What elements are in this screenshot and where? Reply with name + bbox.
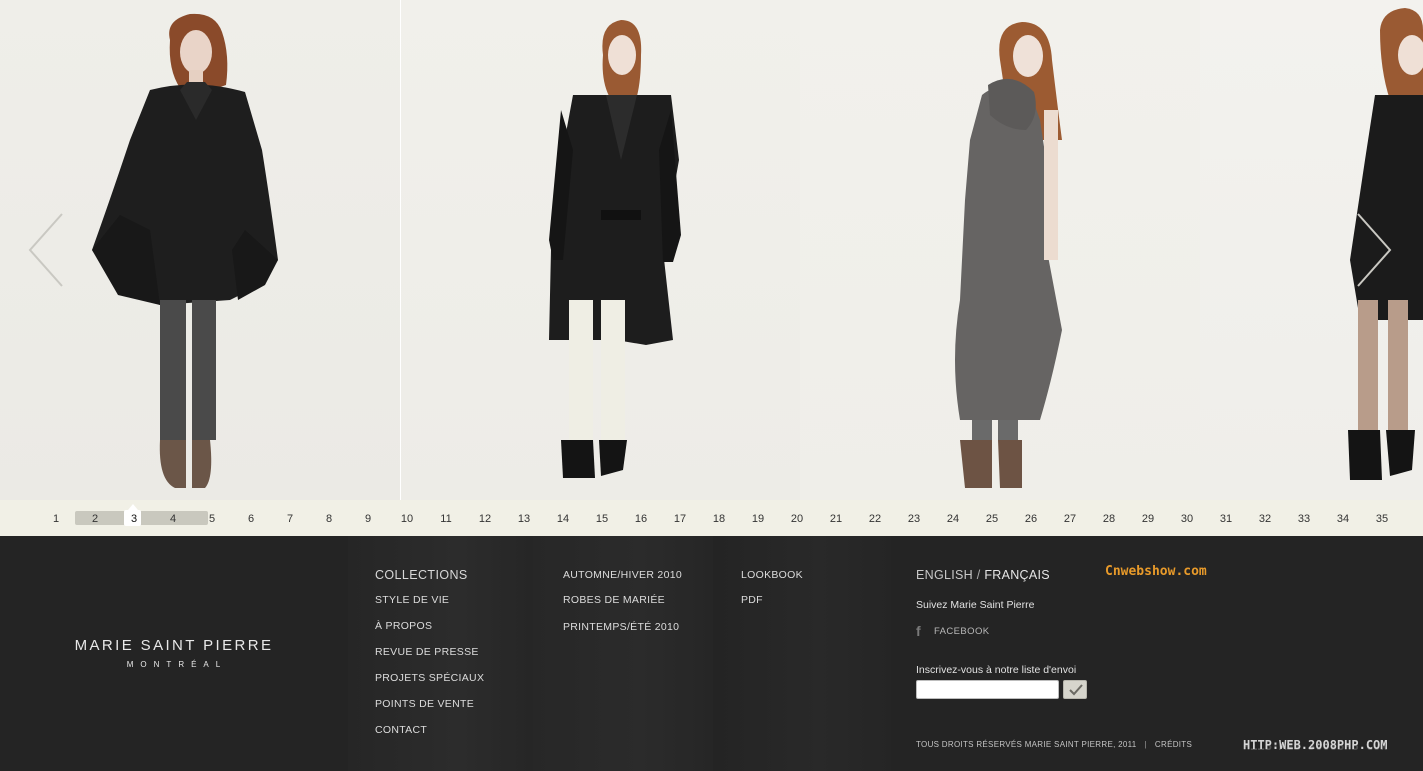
page-number-34[interactable]: 34 bbox=[1328, 513, 1358, 525]
model-grey-dress-illustration bbox=[955, 22, 1062, 488]
page-number-10[interactable]: 10 bbox=[392, 513, 422, 525]
nav-printemps-ete-2010[interactable]: PRINTEMPS/ÉTÉ 2010 bbox=[563, 621, 679, 633]
page-slider[interactable]: 1 2 3 4 5 6 7 8 9 10 11 12 13 14 15 16 17 18 19 20 21 22 23 24 2… bbox=[0, 500, 1423, 536]
page-number-3[interactable]: 3 bbox=[119, 513, 149, 525]
lookbook-gallery bbox=[0, 0, 1423, 500]
page-number-1[interactable]: 1 bbox=[41, 513, 71, 525]
lang-francais[interactable]: FRANÇAIS bbox=[984, 568, 1050, 582]
chevron-right-icon bbox=[1357, 213, 1392, 287]
nav-pdf[interactable]: PDF bbox=[741, 594, 763, 606]
previous-arrow-button[interactable] bbox=[26, 212, 66, 288]
legal-separator: | bbox=[1144, 740, 1147, 749]
page-number-22[interactable]: 22 bbox=[860, 513, 890, 525]
newsletter-label: Inscrivez-vous à notre liste d'envoi bbox=[916, 664, 1077, 676]
page-number-33[interactable]: 33 bbox=[1289, 513, 1319, 525]
page-number-16[interactable]: 16 bbox=[626, 513, 656, 525]
page-number-9[interactable]: 9 bbox=[353, 513, 383, 525]
page-number-18[interactable]: 18 bbox=[704, 513, 734, 525]
page-number-8[interactable]: 8 bbox=[314, 513, 344, 525]
credits-link[interactable]: CRÉDITS bbox=[1155, 740, 1192, 749]
page-number-2[interactable]: 2 bbox=[80, 513, 110, 525]
copyright-text: TOUS DROITS RÉSERVÉS MARIE SAINT PIERRE,… bbox=[916, 740, 1137, 749]
nav-lookbook[interactable]: LOOKBOOK bbox=[741, 569, 803, 581]
page-number-20[interactable]: 20 bbox=[782, 513, 812, 525]
newsletter-submit-button[interactable] bbox=[1063, 680, 1087, 699]
chevron-left-icon bbox=[28, 213, 63, 287]
site-footer: MARIE SAINT PIERRE MONTRÉAL COLLECTIONS … bbox=[0, 536, 1423, 771]
legal-notice: TOUS DROITS RÉSERVÉS MARIE SAINT PIERRE,… bbox=[916, 740, 1192, 749]
nav-revue-de-presse[interactable]: REVUE DE PRESSE bbox=[375, 646, 479, 658]
page-number-6[interactable]: 6 bbox=[236, 513, 266, 525]
follow-label: Suivez Marie Saint Pierre bbox=[916, 599, 1035, 611]
page-number-23[interactable]: 23 bbox=[899, 513, 929, 525]
watermark-2008php-reflection: HTTP:WEB.2008PHP.COM bbox=[1243, 744, 1388, 752]
model-black-coat-illustration bbox=[549, 20, 681, 478]
language-switcher: ENGLISH / FRANÇAIS bbox=[916, 568, 1050, 582]
nav-a-propos[interactable]: À PROPOS bbox=[375, 620, 432, 632]
page-number-29[interactable]: 29 bbox=[1133, 513, 1163, 525]
brand-name: MARIE SAINT PIERRE bbox=[74, 637, 274, 654]
page-number-31[interactable]: 31 bbox=[1211, 513, 1241, 525]
page-number-21[interactable]: 21 bbox=[821, 513, 851, 525]
nav-robes-de-mariee[interactable]: ROBES DE MARIÉE bbox=[563, 594, 665, 606]
gallery-photo-3[interactable] bbox=[800, 0, 1200, 500]
page-number-24[interactable]: 24 bbox=[938, 513, 968, 525]
page-number-15[interactable]: 15 bbox=[587, 513, 617, 525]
page-number-13[interactable]: 13 bbox=[509, 513, 539, 525]
page-number-30[interactable]: 30 bbox=[1172, 513, 1202, 525]
nav-collections[interactable]: COLLECTIONS bbox=[375, 568, 468, 582]
nav-points-de-vente[interactable]: POINTS DE VENTE bbox=[375, 698, 474, 710]
nav-projets-speciaux[interactable]: PROJETS SPÉCIAUX bbox=[375, 672, 484, 684]
newsletter-email-input[interactable] bbox=[916, 680, 1059, 699]
nav-contact[interactable]: CONTACT bbox=[375, 724, 427, 736]
checkmark-icon bbox=[1069, 684, 1083, 696]
page-number-5[interactable]: 5 bbox=[197, 513, 227, 525]
page-number-11[interactable]: 11 bbox=[431, 513, 461, 525]
page-number-19[interactable]: 19 bbox=[743, 513, 773, 525]
nav-automne-hiver-2010[interactable]: AUTOMNE/HIVER 2010 bbox=[563, 569, 682, 581]
page-number-26[interactable]: 26 bbox=[1016, 513, 1046, 525]
page-number-28[interactable]: 28 bbox=[1094, 513, 1124, 525]
next-arrow-button[interactable] bbox=[1354, 212, 1394, 288]
page-number-27[interactable]: 27 bbox=[1055, 513, 1085, 525]
lang-english[interactable]: ENGLISH bbox=[916, 568, 973, 582]
page-number-35[interactable]: 35 bbox=[1367, 513, 1397, 525]
page-number-32[interactable]: 32 bbox=[1250, 513, 1280, 525]
nav-style-de-vie[interactable]: STYLE DE VIE bbox=[375, 594, 449, 606]
facebook-link[interactable]: FACEBOOK bbox=[934, 626, 989, 637]
page-number-17[interactable]: 17 bbox=[665, 513, 695, 525]
lang-separator: / bbox=[976, 568, 981, 582]
brand-logo[interactable]: MARIE SAINT PIERRE MONTRÉAL bbox=[64, 637, 284, 669]
page-number-7[interactable]: 7 bbox=[275, 513, 305, 525]
brand-city: MONTRÉAL bbox=[126, 660, 228, 669]
facebook-icon[interactable]: f bbox=[916, 624, 923, 639]
page-number-14[interactable]: 14 bbox=[548, 513, 578, 525]
page-number-25[interactable]: 25 bbox=[977, 513, 1007, 525]
page-number-4[interactable]: 4 bbox=[158, 513, 188, 525]
watermark-cnwebshow: Cnwebshow.com bbox=[1105, 564, 1207, 579]
gallery-photo-2[interactable] bbox=[401, 0, 800, 500]
page-number-12[interactable]: 12 bbox=[470, 513, 500, 525]
